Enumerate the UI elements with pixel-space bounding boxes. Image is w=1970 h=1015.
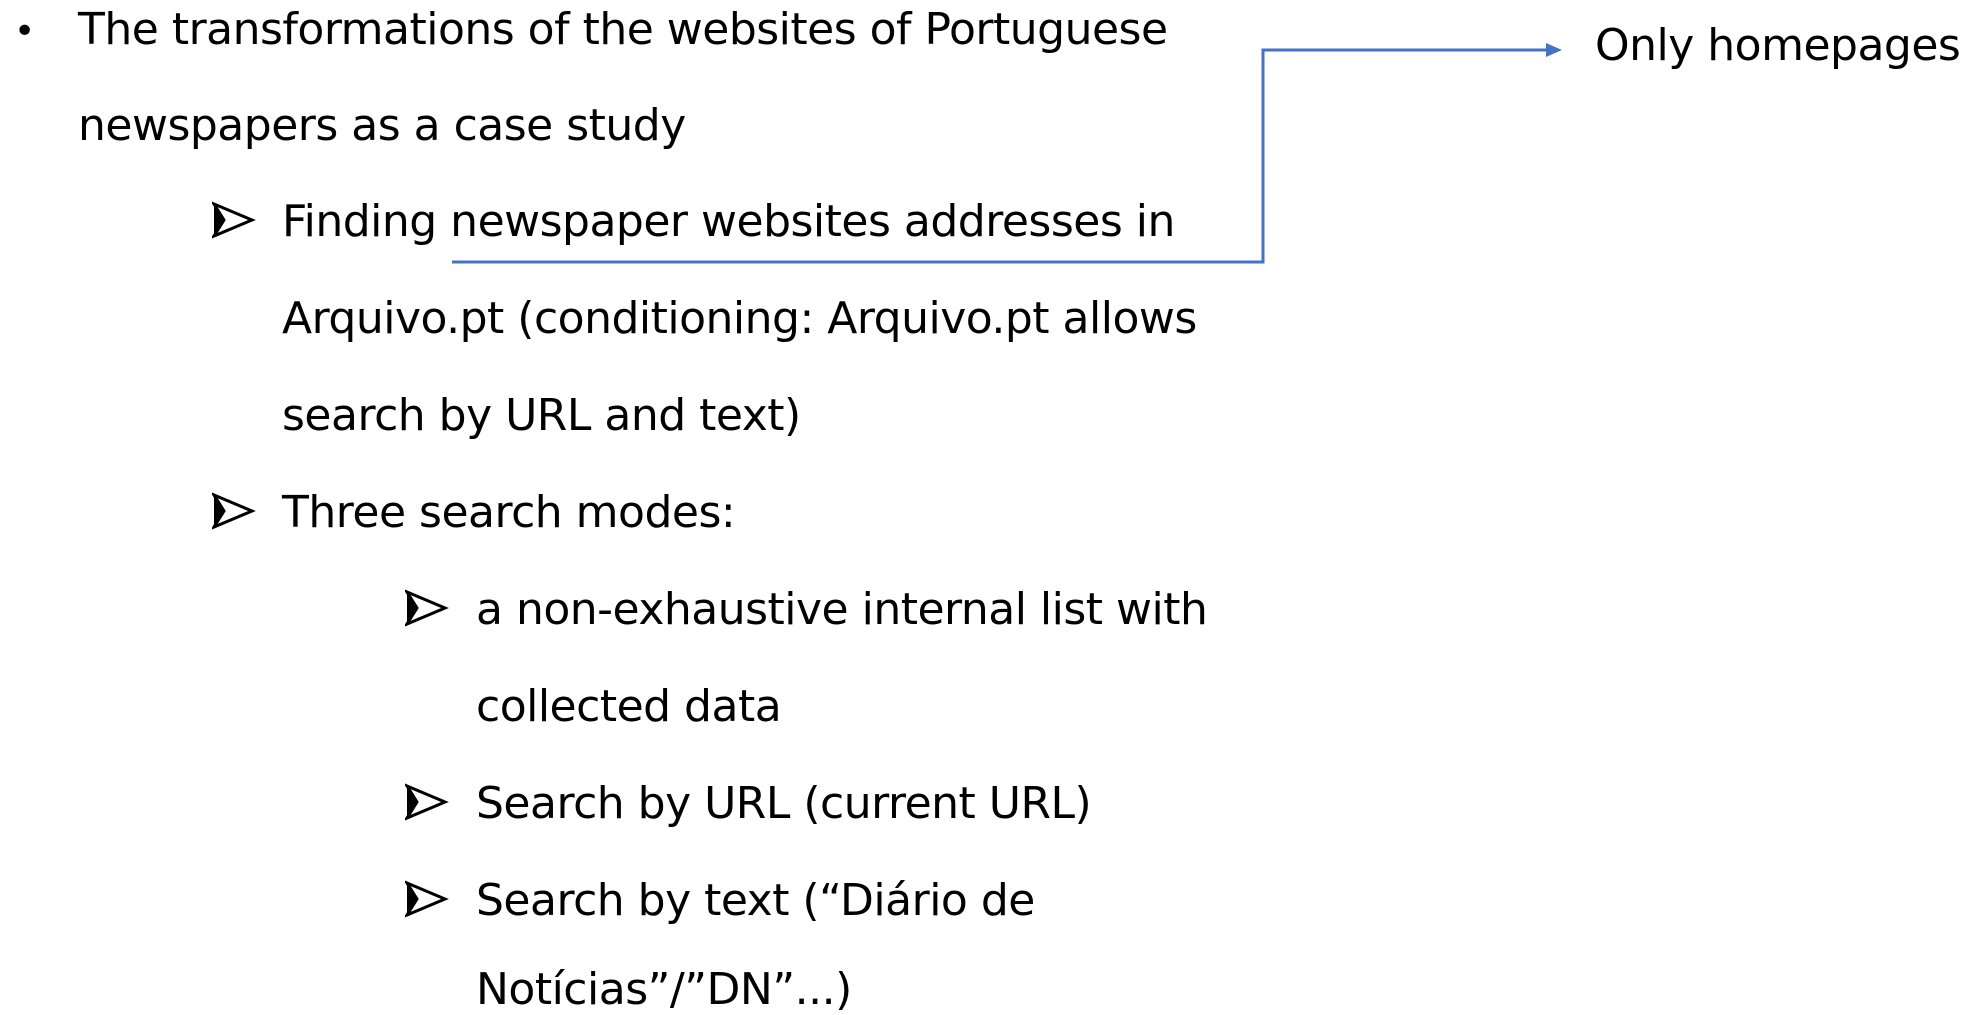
search-mode-1-line-1: a non-exhaustive internal list with <box>476 584 1208 635</box>
arrowhead-bullet-icon <box>405 783 449 821</box>
sub-item-1-line-3: search by URL and text) <box>282 390 801 441</box>
main-bullet-line-1: The transformations of the websites of P… <box>78 4 1168 55</box>
arrowhead-bullet-icon <box>405 880 449 918</box>
arrowhead-bullet-icon <box>212 201 256 239</box>
round-bullet-icon: • <box>14 11 36 52</box>
search-mode-3-line-2: Notícias”/”DN”...) <box>476 964 852 1015</box>
sub-item-1-line-2: Arquivo.pt (conditioning: Arquivo.pt all… <box>282 293 1197 344</box>
main-bullet-line-2: newspapers as a case study <box>78 100 686 151</box>
search-mode-3-line-1: Search by text (“Diário de <box>476 875 1035 926</box>
arrowhead-bullet-icon <box>212 492 256 530</box>
sub-item-1-line-1: Finding newspaper websites addresses in <box>282 196 1175 247</box>
search-mode-2-line-1: Search by URL (current URL) <box>476 778 1092 829</box>
sub-item-2-line-1: Three search modes: <box>282 487 736 538</box>
search-mode-1-line-2: collected data <box>476 681 782 732</box>
callout-label: Only homepages <box>1595 20 1961 71</box>
arrowhead-bullet-icon <box>405 589 449 627</box>
